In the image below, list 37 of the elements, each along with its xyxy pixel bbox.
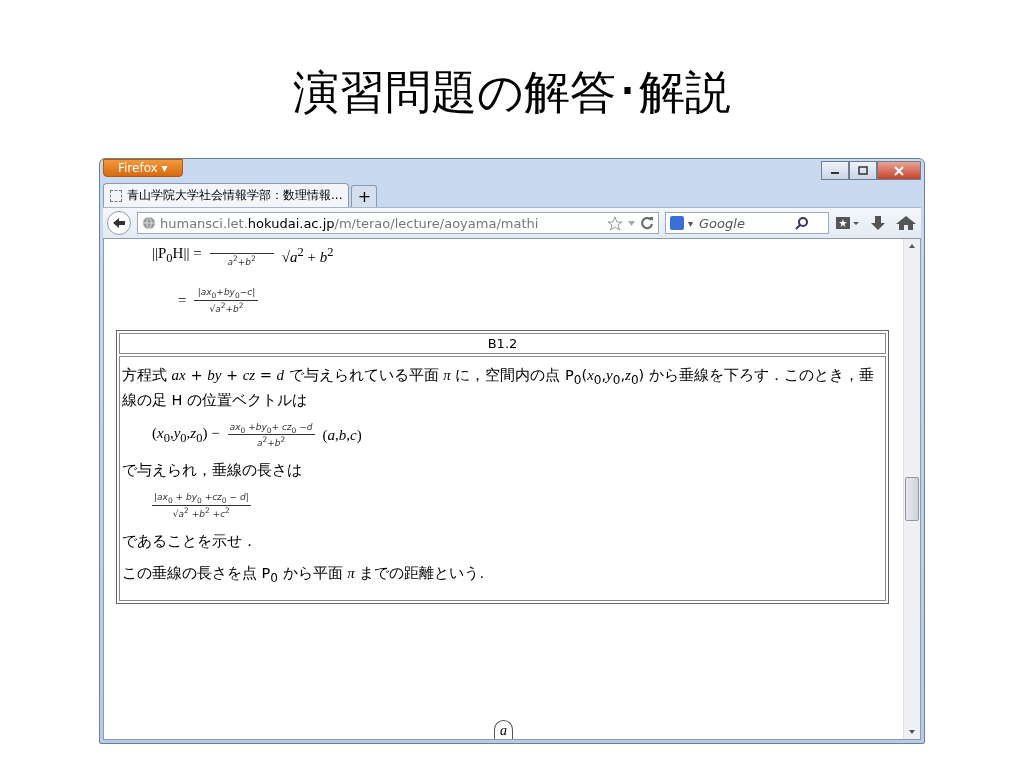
maximize-button[interactable] bbox=[849, 161, 877, 180]
reload-icon[interactable] bbox=[640, 216, 654, 230]
paragraph: で与えられ，垂線の長さは bbox=[122, 461, 303, 481]
page-icon bbox=[110, 189, 122, 202]
bookmarks-menu-icon[interactable] bbox=[835, 215, 861, 231]
problem-title: B1.2 bbox=[119, 332, 886, 354]
equation-text: = bbox=[178, 291, 187, 309]
bookmark-star-icon[interactable] bbox=[607, 215, 623, 231]
globe-icon[interactable] bbox=[142, 216, 156, 230]
equation-text: (x$_{0}$,y$_{0}$,z$_{0}$) − bbox=[152, 424, 220, 446]
close-button[interactable] bbox=[877, 161, 921, 180]
fraction: ax$_{0}$ +by$_{0}$+ cz$_{0}$ −d a$^{2}$+b$^{2}$ bbox=[227, 421, 315, 449]
search-bar[interactable]: ▾ Google bbox=[665, 212, 829, 234]
slide-title: 演習問題の解答･解説 bbox=[293, 64, 731, 121]
paragraph: であることを示せ． bbox=[122, 532, 258, 552]
fraction: |ax$_{0}$ + by$_{0}$ +cz$_{0}$ − d| √a$^{2}$ +b$^{2}$ +c$^{2}$ bbox=[152, 492, 251, 520]
close-icon[interactable] bbox=[894, 165, 904, 176]
fraction: a$^{2}$+b$^{2}$ bbox=[209, 243, 274, 267]
paragraph: この垂線の長さを点 P$_{0}$ から平面 π までの距離という. bbox=[122, 564, 485, 588]
minimize-button[interactable] bbox=[821, 161, 849, 180]
back-arrow-icon[interactable] bbox=[112, 217, 126, 229]
search-icon[interactable] bbox=[795, 216, 810, 230]
scrollbar[interactable] bbox=[903, 239, 920, 739]
caret-icon: ▾ bbox=[688, 217, 694, 229]
equation-text: (a,b,c) bbox=[322, 426, 362, 444]
url-text: humansci.let.hokudai.ac.jp/m/terao/lecture/aoyama/mathi bbox=[160, 215, 540, 231]
equation-text: √a$^{2}$ + b$^{2}$ bbox=[281, 244, 334, 266]
paragraph: 方程式 ax + by + cz = d で与えられている平面 π に，空間内の点 P$_{0}$(x$_{0}$,y$_{0}$,z$_{0}$) から垂線を下ろす．このとき，垂線の足 H の位置ベクトルは bbox=[122, 365, 875, 410]
browser-tab[interactable]: 青山学院大学社会情報学部：数理情報... bbox=[103, 183, 350, 207]
scroll-thumb[interactable] bbox=[905, 477, 919, 521]
back-button[interactable] bbox=[107, 211, 131, 235]
home-icon[interactable] bbox=[895, 215, 917, 231]
equation-text: ||P$_{0}$H|| = bbox=[152, 244, 202, 266]
address-bar[interactable]: humansci.let.hokudai.ac.jp/m/terao/lecture/aoyama/mathi bbox=[137, 212, 659, 234]
maximize-icon[interactable] bbox=[858, 166, 868, 175]
new-tab-button[interactable]: + bbox=[351, 185, 378, 207]
fraction: |ax$_{0}$+by$_{0}$−c| √a$^{2}$+b$^{2}$ bbox=[194, 287, 259, 314]
